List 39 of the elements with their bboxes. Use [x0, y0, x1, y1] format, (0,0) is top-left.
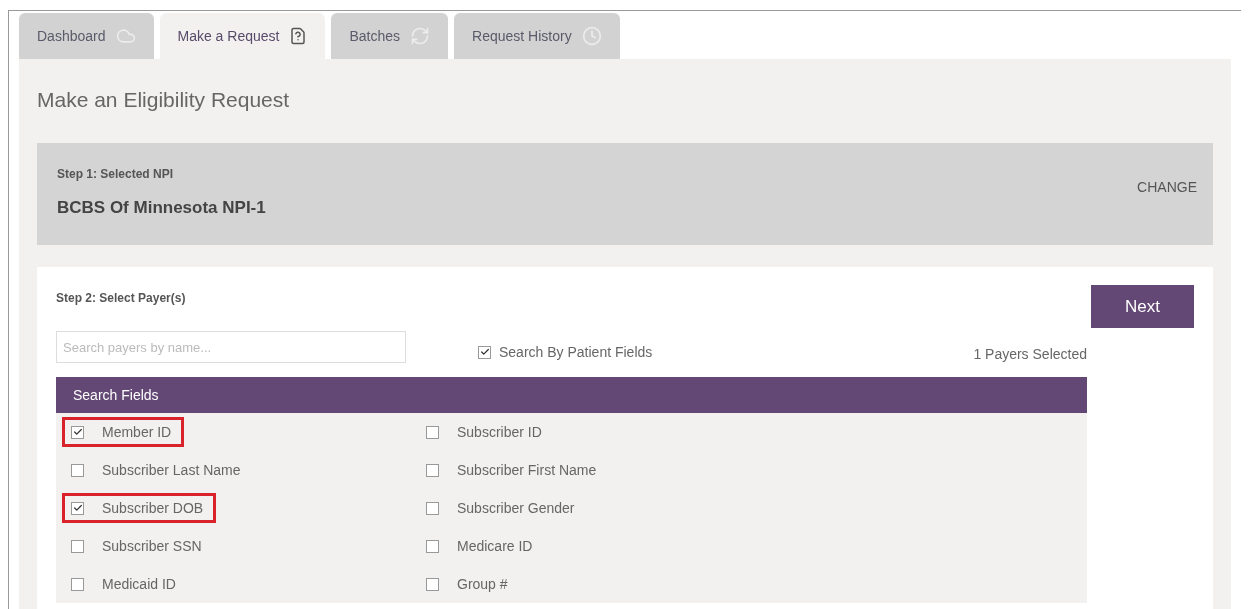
- section-header: Search Fields: [56, 377, 1087, 413]
- tab[interactable]: Make a Request: [159, 13, 326, 59]
- field-label: Member ID: [102, 422, 172, 442]
- checkbox[interactable]: [426, 577, 439, 591]
- field-label: Subscriber DOB: [102, 498, 204, 518]
- next-button[interactable]: Next: [1091, 285, 1194, 328]
- step-heading: Step 1: Selected NPI: [57, 166, 175, 183]
- refresh-icon: [410, 26, 431, 46]
- field-label: Subscriber Last Name: [102, 460, 241, 480]
- field-label: Medicare ID: [457, 536, 533, 556]
- checkbox[interactable]: [71, 577, 84, 591]
- checkbox[interactable]: [71, 463, 84, 477]
- cloud-icon: [115, 26, 136, 46]
- help-icon: [289, 27, 308, 45]
- field-label: Subscriber ID: [457, 422, 542, 442]
- checkbox[interactable]: [426, 501, 439, 515]
- checkbox[interactable]: [71, 539, 84, 553]
- field-label: Subscriber SSN: [102, 536, 202, 556]
- field-label: Subscriber Gender: [457, 498, 575, 518]
- search-field[interactable]: Search payers by name...: [56, 331, 406, 363]
- tab[interactable]: Batches: [331, 13, 449, 59]
- step-heading: Step 2: Select Payer(s): [56, 290, 187, 307]
- tab[interactable]: Dashboard: [19, 13, 154, 59]
- checkbox-label: Search By Patient Fields: [499, 342, 653, 362]
- checkbox[interactable]: [426, 539, 439, 553]
- field-label: Medicaid ID: [102, 574, 176, 594]
- field-label: Subscriber First Name: [457, 460, 597, 480]
- checkbox[interactable]: [478, 345, 491, 359]
- checkbox[interactable]: [71, 501, 84, 515]
- clock-icon: [581, 26, 602, 46]
- checkbox[interactable]: [426, 463, 439, 477]
- tab[interactable]: Request History: [454, 13, 620, 59]
- checkbox[interactable]: [71, 425, 84, 439]
- field-label: Group #: [457, 574, 508, 594]
- change-link[interactable]: CHANGE: [1137, 177, 1197, 198]
- checkbox[interactable]: [426, 425, 439, 439]
- payers-count: 1 Payers Selected: [973, 344, 1087, 364]
- page-title: Make an Eligibility Request: [37, 87, 291, 113]
- selected-npi: BCBS Of Minnesota NPI-1: [57, 197, 266, 219]
